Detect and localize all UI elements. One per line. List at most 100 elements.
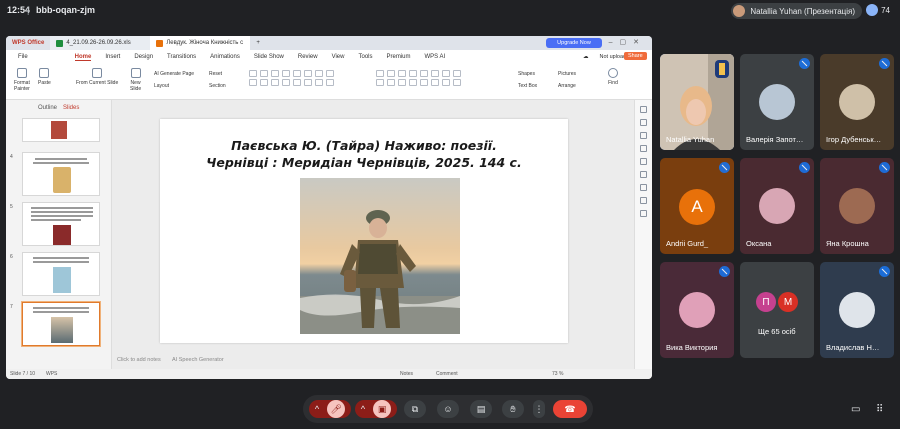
slide-title: Паєвська Ю. (Тайра) Наживо: поезії. Черн… [160,137,568,171]
presenter-chip[interactable]: Natallia Yuhan (Презентація) [731,3,862,19]
participant-tile[interactable]: Оксана [740,158,814,254]
participant-tile[interactable]: Яна Крошна [820,158,894,254]
ai-generate-page-button[interactable]: AI Generate Page [154,71,194,77]
menu-transitions[interactable]: Transitions [167,54,196,60]
paste-button[interactable]: Paste [38,68,51,86]
current-slide[interactable]: Паєвська Ю. (Тайра) Наживо: поезії. Черн… [160,119,568,343]
menu-design[interactable]: Design [134,54,153,60]
camera-off-icon: ▣ [373,400,392,418]
slide-counter: Slide 7 / 10 [10,371,36,377]
captions-button[interactable]: ▤ [470,400,492,418]
window-controls[interactable]: –▢✕ [609,38,646,46]
tab-spreadsheet[interactable]: 4_21.09.26-26.09.26.xls [50,36,151,50]
right-tool-strip[interactable] [634,100,652,370]
more-options-button[interactable]: ⋮ [533,400,545,418]
camera-button[interactable]: ^ ▣ [355,400,397,418]
new-slide-icon [130,68,141,78]
menu-home[interactable]: Home [74,54,92,61]
tab-presentation[interactable]: Левдук. Жіноча Книжність с [150,36,251,50]
meeting-controls: ^ 🎤︎ ^ ▣ ⧉ ☺ ▤ ✋︎ ⋮ ☎︎ ▭ ⠿ [0,389,900,429]
present-screen-button[interactable]: ⧉ [404,400,426,418]
avatar [839,292,875,328]
pictures-button[interactable]: Pictures [558,71,576,77]
menu-slideshow[interactable]: Slide Show [254,54,284,60]
menu-wps-ai[interactable]: WPS AI [425,54,446,60]
search-icon [608,68,618,78]
text-box-button[interactable]: Text Box [518,83,537,89]
participant-tile-presenter[interactable]: Natallia Yuhan [660,54,734,150]
from-current-slide-button[interactable]: From Current Slide [76,68,118,86]
presenter-label: Natallia Yuhan (Презентація) [750,6,855,16]
slide-thumbnail-6[interactable] [22,252,100,296]
leave-call-button[interactable]: ☎︎ [553,400,587,418]
more-participants-label: Ще 65 осіб [758,327,796,336]
menu-review[interactable]: Review [298,54,318,60]
menu-insert[interactable]: Insert [105,54,120,60]
participant-tile[interactable]: Ігор Дубенськ… [820,54,894,150]
paragraph-format-controls[interactable] [376,70,462,86]
slide-thumbnail-5[interactable] [22,202,100,246]
raise-hand-button[interactable]: ✋︎ [502,400,524,418]
zoom-level[interactable]: 73 % [552,371,563,377]
participant-count[interactable]: 74 [866,4,890,16]
participant-tile[interactable]: Валерія Запот… [740,54,814,150]
microphone-button[interactable]: ^ 🎤︎ [309,400,351,418]
avatar [759,188,795,224]
arrange-button[interactable]: Arrange [558,83,576,89]
spreadsheet-icon [56,39,64,47]
section-button[interactable]: Section [209,83,226,89]
reactions-button[interactable]: ☺ [437,400,459,418]
more-participants-tile[interactable]: П М Ще 65 осіб [740,262,814,358]
menu-tools[interactable]: Tools [358,54,372,60]
status-bar: Slide 7 / 10 WPS Notes Comment 73 % [6,369,652,379]
ai-speech-generator-button[interactable]: AI Speech Generator [172,357,224,363]
tab-slides[interactable]: Slides [63,105,79,111]
play-icon [92,68,103,78]
participant-name: Оксана [746,239,772,248]
slide-thumbnail-3[interactable] [22,118,100,142]
tab-wps-office[interactable]: WPS Office [6,36,51,50]
slide-thumbnail-7[interactable] [22,302,100,346]
presenter-avatar [733,5,746,17]
cloud-icon: ☁ [583,54,589,60]
app-tabs: WPS Office 4_21.09.26-26.09.26.xls Левду… [6,36,652,50]
present-icon: ⧉ [411,403,419,414]
notes-toggle[interactable]: Notes [400,371,413,377]
activities-button[interactable]: ⠿ [876,404,883,415]
status-app: WPS [46,371,58,377]
chat-button[interactable]: ▭ [851,404,860,415]
slide-number: 7 [10,304,13,310]
menu-premium[interactable]: Premium [387,54,411,60]
slide-thumbnail-4[interactable] [22,152,100,196]
menu-view[interactable]: View [332,54,345,60]
notes-placeholder[interactable]: Click to add notes [117,357,161,363]
mic-off-icon: 🎤︎ [327,400,346,418]
reset-button[interactable]: Reset [209,71,222,77]
find-button[interactable]: Find [608,68,618,86]
participant-name: Валерія Запот… [746,135,804,144]
new-slide-button[interactable]: New Slide [130,68,141,92]
layout-button[interactable]: Layout [154,83,169,89]
tab-outline[interactable]: Outline [38,105,57,111]
participant-tile[interactable]: A Andrii Gurd_ [660,158,734,254]
format-painter-button[interactable]: Format Painter [14,68,30,92]
emoji-icon: ☺ [443,404,453,414]
captions-icon: ▤ [476,403,486,414]
share-button[interactable]: Share [624,52,647,60]
font-format-controls[interactable] [249,70,335,86]
participant-name: Natallia Yuhan [666,135,715,144]
comment-toggle[interactable]: Comment [436,371,458,377]
separator: | [27,5,30,15]
menu-animations[interactable]: Animations [210,54,240,60]
participant-tile[interactable]: Вика Виктория [660,262,734,358]
avatar [679,292,715,328]
paste-icon [39,68,50,78]
new-tab-button[interactable]: + [250,36,266,50]
shapes-button[interactable]: Shapes [518,71,535,77]
avatar-letter: П [756,292,776,312]
avatar [839,188,875,224]
menu-file[interactable]: File [18,54,28,60]
slide-title-line-1: Паєвська Ю. (Тайра) Наживо: поезії. [231,138,497,153]
upgrade-button[interactable]: Upgrade Now [546,38,602,48]
participant-tile[interactable]: Владислав Н… [820,262,894,358]
